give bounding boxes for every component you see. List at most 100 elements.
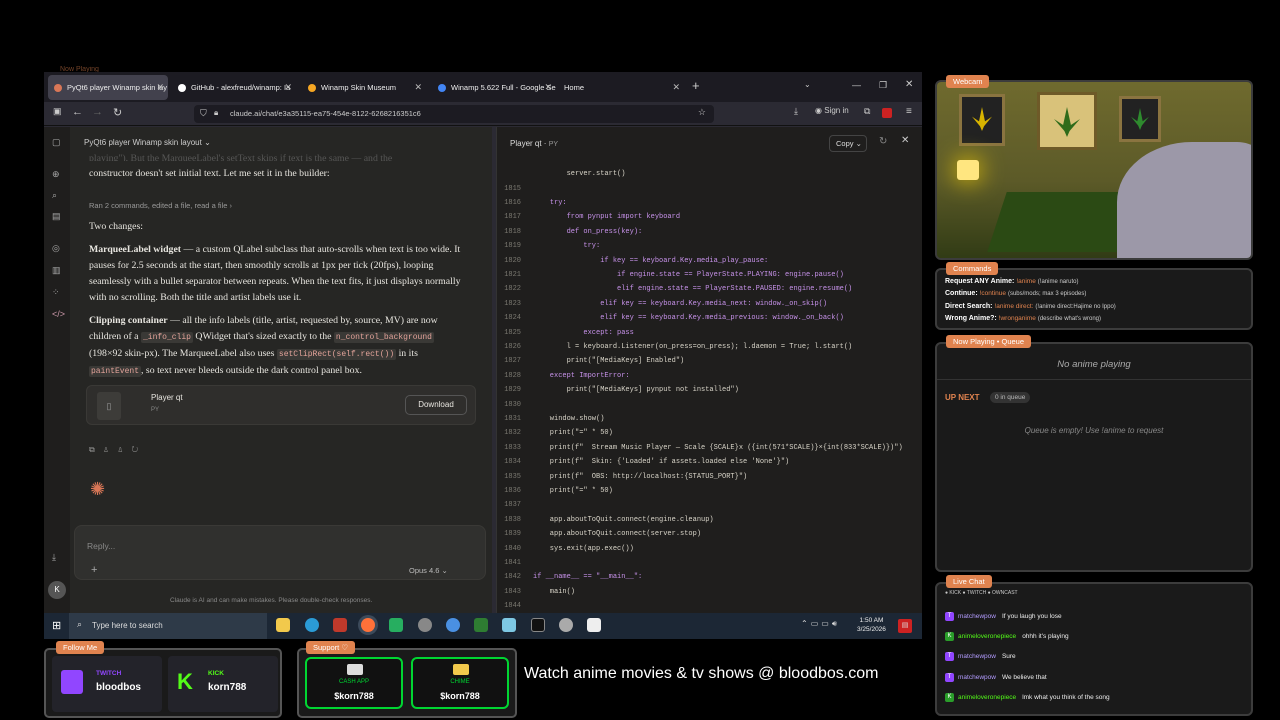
tab-github[interactable]: GitHub - alexfreud/winamp: Ia ✕ (172, 75, 296, 100)
url-bar[interactable]: ⛉ 🔒︎ claude.ai/chat/e3a35115-ea75-454e-812… (194, 105, 714, 123)
copy-button[interactable]: Copy ⌄ (829, 135, 867, 152)
chime-card[interactable]: CHIME $korn788 (411, 657, 509, 709)
webcam-tag: Webcam (946, 75, 990, 88)
add-attachment-icon[interactable]: + (91, 564, 97, 576)
twitch-card[interactable]: TWITCH bloodbos (52, 656, 162, 712)
chats-icon[interactable]: ▤ (52, 211, 61, 222)
app-icon[interactable] (333, 618, 347, 632)
code-line: 1834 print(f" Skin: {'Loaded' if assets.… (497, 455, 789, 469)
kick-card[interactable]: K KICK korn788 (168, 656, 278, 712)
close-window-icon[interactable]: ✕ (905, 79, 913, 90)
app-icon[interactable] (559, 618, 573, 632)
windows-start-icon[interactable]: ⊞ (52, 619, 61, 632)
close-tab-icon[interactable]: ✕ (284, 82, 292, 93)
code-line: 1829 print("[MediaKeys] pynput not insta… (497, 383, 739, 397)
website-banner: Watch anime movies & tv shows @ bloodbos… (524, 665, 879, 682)
notification-icon[interactable]: ▤ (898, 619, 912, 633)
apps-icon[interactable]: ⁘ (52, 287, 60, 298)
twitch-icon (61, 670, 83, 694)
search-icon[interactable]: ⌕ (52, 190, 57, 201)
nav-bar: ▣ ← → ↻ ⛉ 🔒︎ claude.ai/chat/e3a35115-ea75-… (44, 102, 922, 126)
obs-icon[interactable] (418, 618, 432, 632)
download-button[interactable]: Download (405, 395, 467, 415)
terminal-icon[interactable] (531, 618, 545, 632)
line-number: 1836 (504, 486, 521, 495)
document-icon[interactable] (587, 618, 601, 632)
code-line: 1830 (497, 397, 533, 411)
projects-icon[interactable]: ◎ (52, 243, 60, 254)
forward-icon[interactable]: → (92, 106, 103, 118)
refresh-icon[interactable]: ↻ (879, 136, 887, 147)
tray-icons[interactable]: ⌃▭▭🔊︎ (801, 619, 840, 629)
tab-list-icon[interactable]: ⌄ (804, 80, 811, 89)
code-text: elif engine.state == PlayerState.PAUSED:… (533, 285, 853, 294)
sidebar-toggle-icon[interactable]: ▢ (52, 137, 61, 148)
tab-skin-museum[interactable]: Winamp Skin Museum ✕ (302, 75, 426, 100)
command-label: Wrong Anime?: (945, 314, 997, 322)
restore-icon[interactable]: ❐ (879, 80, 887, 91)
close-artifact-icon[interactable]: ✕ (901, 135, 909, 146)
command-desc: (describe what's wrong) (1037, 315, 1102, 322)
copy-icon[interactable]: ⧉ (89, 445, 103, 454)
close-tab-icon[interactable]: ✕ (156, 82, 164, 93)
close-tab-icon[interactable]: ✕ (544, 82, 552, 93)
download-app-icon[interactable]: ⤓ (52, 552, 56, 563)
edge-icon[interactable] (305, 618, 319, 632)
clip-text: (198×92 skin-px). The MarqueeLabel also … (89, 348, 277, 359)
app-icon[interactable] (389, 618, 403, 632)
cashapp-card[interactable]: CASH APP $korn788 (305, 657, 403, 709)
code-icon[interactable]: </> (52, 309, 65, 319)
code-text: server.start() (533, 170, 626, 179)
line-number: 1827 (504, 357, 521, 366)
extensions-icon[interactable]: ⧉ (864, 106, 870, 117)
reply-input[interactable]: Reply... (87, 541, 115, 551)
firefox-icon[interactable] (361, 618, 375, 632)
line-number: 1838 (504, 515, 521, 524)
model-selector[interactable]: Opus 4.6 ⌄ (409, 566, 448, 575)
reply-box[interactable]: Reply... + Opus 4.6 ⌄ (74, 525, 486, 580)
download-icon[interactable]: ⤓ (794, 106, 798, 117)
code-line: 1824 elif key == keyboard.Key.media_prev… (497, 311, 844, 325)
thumbs-down-icon[interactable]: ♙ (117, 445, 131, 454)
notepad-icon[interactable] (474, 618, 488, 632)
menu-icon[interactable]: ≡ (906, 106, 912, 117)
close-tab-icon[interactable]: ✕ (672, 82, 680, 93)
tab-home[interactable]: Home ✕ (558, 75, 684, 100)
file-attachment[interactable]: ▯ Player qt PY Download (86, 385, 476, 425)
tab-google[interactable]: Winamp 5.622 Full - Google Se ✕ (432, 75, 556, 100)
sign-in-button[interactable]: ◉ Sign in (815, 106, 849, 115)
chat-username: matchewpow (958, 653, 996, 661)
avatar[interactable]: K (48, 581, 66, 599)
clock-time: 1:50 AM (859, 617, 884, 624)
reload-icon[interactable]: ↻ (113, 106, 122, 119)
sidebar-toggle-icon[interactable]: ▣ (53, 106, 62, 117)
new-chat-icon[interactable]: ⊕ (52, 169, 60, 180)
chat-title[interactable]: PyQt6 player Winamp skin layout ⌄ (84, 138, 211, 147)
tab-claude[interactable]: PyQt6 player Winamp skin lay ✕ (48, 75, 168, 100)
poster-cannabis-icon (1037, 92, 1097, 150)
app-icon[interactable] (502, 618, 516, 632)
file-explorer-icon[interactable] (276, 618, 290, 632)
artifact-code-pane: Player qt · PY Copy ⌄ ↻ ✕ server.start()… (496, 127, 922, 639)
tool-summary[interactable]: Ran 2 commands, edited a file, read a fi… (89, 198, 464, 214)
github-favicon-icon (178, 83, 186, 92)
twitch-label: TWITCH (96, 670, 122, 677)
new-tab-button[interactable]: + (692, 78, 700, 93)
bookmark-star-icon[interactable]: ☆ (698, 107, 706, 118)
back-icon[interactable]: ← (72, 106, 83, 118)
chat-message: Kanimeloveronepiece lmk what you think of… (945, 692, 1110, 702)
code-text: from pynput import keyboard (533, 213, 681, 222)
clock[interactable]: 1:50 AM 3/25/2026 (857, 616, 886, 634)
marquee-heading: MarqueeLabel widget (89, 244, 182, 255)
close-tab-icon[interactable]: ✕ (414, 82, 422, 93)
artifact-type: PY (548, 141, 559, 148)
taskbar-search[interactable]: ⌕ Type here to search (69, 613, 267, 639)
thumbs-up-icon[interactable]: ♙ (103, 445, 117, 454)
chrome-icon[interactable] (446, 618, 460, 632)
artifacts-icon[interactable]: ▥ (52, 265, 61, 276)
retry-icon[interactable]: ↻ (132, 445, 147, 454)
minimize-icon[interactable]: — (852, 80, 861, 90)
extension-badge-icon[interactable] (882, 108, 892, 118)
line-number: 1824 (504, 314, 521, 323)
code-text: sys.exit(app.exec()) (533, 544, 634, 553)
